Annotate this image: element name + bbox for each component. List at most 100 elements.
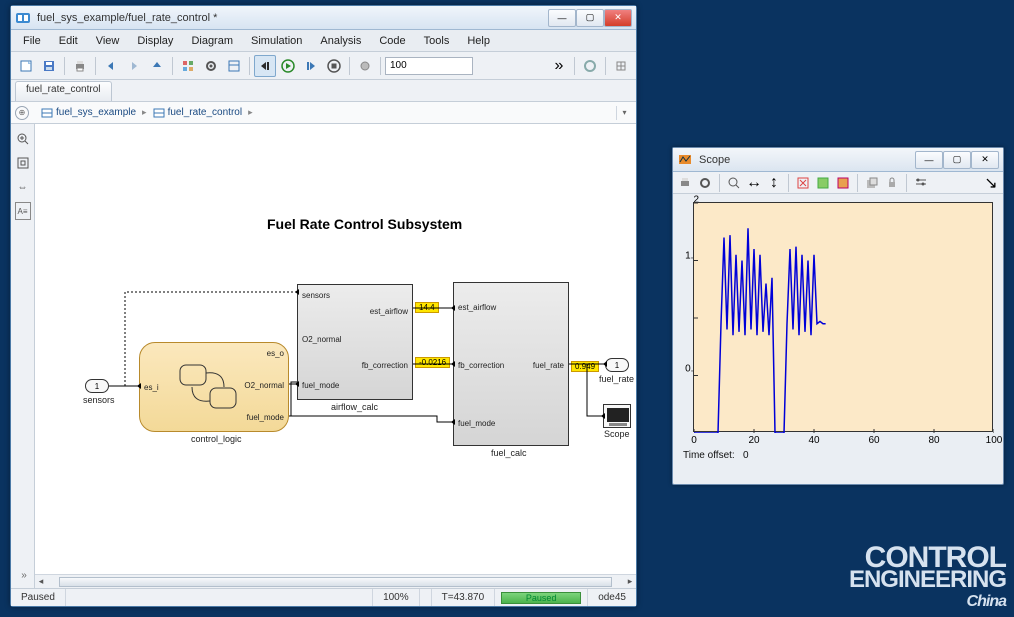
status-solver: ode45 <box>588 589 636 606</box>
record-button[interactable] <box>354 55 376 77</box>
watermark-line2: ENGINEERING <box>849 569 1006 592</box>
menu-diagram[interactable]: Diagram <box>183 33 241 49</box>
scope-toolbar: ↔ ↕ ↘ <box>673 172 1003 194</box>
breadcrumb-root[interactable]: fuel_sys_example <box>37 107 140 119</box>
scope-body: 0 0.5 1 1.5 2 0 20 40 60 80 100 Time off… <box>673 194 1003 467</box>
hide-browser-button[interactable]: ⊕ <box>15 106 29 120</box>
up-button[interactable] <box>146 55 168 77</box>
model-explorer-button[interactable] <box>223 55 245 77</box>
fast-restart-button[interactable] <box>579 55 601 77</box>
x-tick: 60 <box>868 435 879 446</box>
scope-minimize-button[interactable]: — <box>915 151 943 169</box>
menu-display[interactable]: Display <box>129 33 181 49</box>
new-model-button[interactable] <box>15 55 37 77</box>
signal-selector-icon[interactable] <box>912 174 930 192</box>
subsystem-icon <box>41 107 53 119</box>
forward-button[interactable] <box>123 55 145 77</box>
params-icon[interactable] <box>696 174 714 192</box>
scope-close-button[interactable]: ✕ <box>971 151 999 169</box>
pan-icon[interactable]: ⇔ <box>14 178 32 196</box>
model-config-button[interactable] <box>200 55 222 77</box>
chevron-right-icon: ▸ <box>246 107 255 118</box>
print-button[interactable] <box>69 55 91 77</box>
breadcrumb-bar: ⊕ fuel_sys_example ▸ fuel_rate_control ▸… <box>11 102 636 124</box>
scroll-right-icon[interactable]: ▸ <box>624 576 636 587</box>
back-button[interactable] <box>100 55 122 77</box>
fit-view-icon[interactable] <box>14 154 32 172</box>
step-forward-button[interactable] <box>300 55 322 77</box>
build-button[interactable] <box>610 55 632 77</box>
breadcrumb-dropdown[interactable]: ▾ <box>616 106 632 120</box>
menu-edit[interactable]: Edit <box>51 33 86 49</box>
time-offset-label: Time offset: <box>683 450 735 461</box>
zoom-in-icon[interactable] <box>725 174 743 192</box>
close-button[interactable]: ✕ <box>604 9 632 27</box>
menu-bar: File Edit View Display Diagram Simulatio… <box>11 30 636 52</box>
menu-help[interactable]: Help <box>459 33 498 49</box>
status-time: T=43.870 <box>432 589 496 606</box>
document-tab[interactable]: fuel_rate_control <box>15 81 112 101</box>
diagram-canvas[interactable]: Fuel Rate Control Subsystem 1 sensors es… <box>35 124 636 588</box>
chevron-right-icon: ▸ <box>140 107 149 118</box>
scope-window: Scope — ▢ ✕ ↔ ↕ ↘ 0 0.5 1 1.5 2 <box>672 147 1004 485</box>
time-offset-value: 0 <box>743 450 749 461</box>
scope-maximize-button[interactable]: ▢ <box>943 151 971 169</box>
save-button[interactable] <box>38 55 60 77</box>
x-tick: 80 <box>928 435 939 446</box>
menu-file[interactable]: File <box>15 33 49 49</box>
undock-icon[interactable]: ↘ <box>982 174 1000 192</box>
save-axes-icon[interactable] <box>834 174 852 192</box>
menu-simulation[interactable]: Simulation <box>243 33 310 49</box>
lock-axes-icon[interactable] <box>883 174 901 192</box>
title-bar[interactable]: fuel_sys_example/fuel_rate_control * — ▢… <box>11 6 636 30</box>
zoom-y-icon[interactable]: ↕ <box>765 174 783 192</box>
x-tick: 40 <box>808 435 819 446</box>
scope-line <box>694 203 994 433</box>
toolbar: » <box>11 52 636 80</box>
breadcrumb-label: fuel_sys_example <box>56 107 136 118</box>
menu-code[interactable]: Code <box>371 33 413 49</box>
side-toolbar: ⇔ A≡ <box>11 124 35 588</box>
subsystem-icon <box>153 107 165 119</box>
autoscale-icon[interactable] <box>794 174 812 192</box>
watermark: CONTROL ENGINEERING China <box>849 547 1006 611</box>
status-state: Paused <box>11 589 66 606</box>
status-bar: Paused 100% T=43.870 Paused ode45 <box>11 588 636 606</box>
step-back-button[interactable] <box>254 55 276 77</box>
app-icon <box>15 10 31 26</box>
library-browser-button[interactable] <box>177 55 199 77</box>
breadcrumb-label: fuel_rate_control <box>168 107 243 118</box>
window-title: fuel_sys_example/fuel_rate_control * <box>31 12 548 24</box>
breadcrumb-child[interactable]: fuel_rate_control <box>149 107 247 119</box>
scope-title: Scope <box>693 154 915 166</box>
wires <box>35 124 635 584</box>
restore-axes-icon[interactable] <box>814 174 832 192</box>
stop-button[interactable] <box>323 55 345 77</box>
menu-tools[interactable]: Tools <box>416 33 458 49</box>
time-offset: Time offset: 0 <box>683 450 993 461</box>
x-tick: 20 <box>748 435 759 446</box>
scroll-left-icon[interactable]: ◂ <box>35 576 47 587</box>
menu-view[interactable]: View <box>88 33 128 49</box>
scope-title-bar[interactable]: Scope — ▢ ✕ <box>673 148 1003 172</box>
zoom-x-icon[interactable]: ↔ <box>745 174 763 192</box>
expand-sidebar-button[interactable]: » <box>17 568 31 582</box>
x-tick: 0 <box>691 435 697 446</box>
stop-time-input[interactable] <box>385 57 473 75</box>
document-tab-bar: fuel_rate_control <box>11 80 636 102</box>
minimize-button[interactable]: — <box>548 9 576 27</box>
annotation-icon[interactable]: A≡ <box>15 202 31 220</box>
float-icon[interactable] <box>863 174 881 192</box>
run-button[interactable] <box>277 55 299 77</box>
scope-app-icon <box>677 152 693 168</box>
menu-analysis[interactable]: Analysis <box>312 33 369 49</box>
print-icon[interactable] <box>676 174 694 192</box>
simulink-window: fuel_sys_example/fuel_rate_control * — ▢… <box>10 5 637 607</box>
scope-plot[interactable]: 0 20 40 60 80 100 <box>693 202 993 432</box>
x-tick: 100 <box>986 435 1003 446</box>
more-button[interactable]: » <box>548 55 570 77</box>
horizontal-scrollbar[interactable]: ◂ ▸ <box>35 574 636 588</box>
maximize-button[interactable]: ▢ <box>576 9 604 27</box>
watermark-line3: China <box>849 592 1006 611</box>
zoom-in-icon[interactable] <box>14 130 32 148</box>
